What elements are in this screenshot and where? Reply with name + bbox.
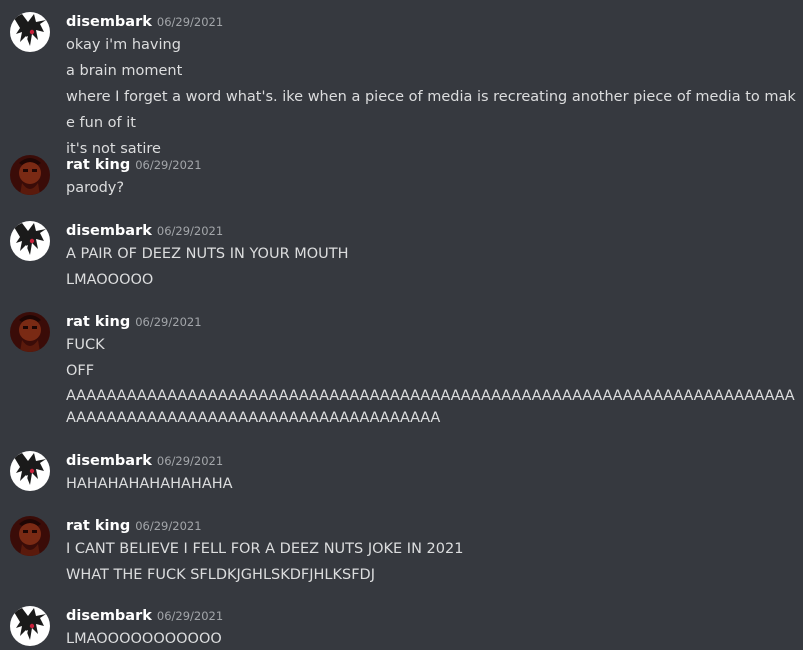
timestamp: 06/29/2021 (156, 454, 224, 468)
message-line: a brain moment (66, 63, 183, 79)
message-body: okay i'm having a brain moment where I f… (66, 32, 796, 162)
message-line: A PAIR OF DEEZ NUTS IN YOUR MOUTH (66, 246, 349, 262)
timestamp: 06/29/2021 (135, 315, 202, 329)
username[interactable]: rat king (66, 314, 130, 330)
username[interactable]: disembark (66, 453, 152, 469)
message-header: rat king 06/29/2021 (66, 153, 202, 176)
timestamp: 06/29/2021 (156, 609, 224, 623)
username[interactable]: rat king (66, 518, 130, 534)
message-line: AAAAAAAAAAAAAAAAAAAAAAAAAAAAAAAAAAAAAAAA… (66, 388, 795, 426)
message-header: rat king 06/29/2021 (66, 514, 202, 537)
username[interactable]: rat king (66, 157, 130, 173)
username[interactable]: disembark (66, 14, 152, 30)
anime-portrait-avatar-icon[interactable] (10, 606, 50, 646)
dark-red-portrait-avatar-icon[interactable] (10, 155, 50, 195)
message-body: A PAIR OF DEEZ NUTS IN YOUR MOUTH LMAOOO… (66, 241, 796, 293)
message-line: where I forget a word what's. ike when a… (66, 89, 796, 131)
message-line: LMAOOOOO (66, 272, 154, 288)
message-body: parody? (66, 175, 796, 201)
message-line: FUCK (66, 337, 105, 353)
username[interactable]: disembark (66, 608, 152, 624)
dark-red-portrait-avatar-icon[interactable] (10, 516, 50, 556)
username[interactable]: disembark (66, 223, 152, 239)
message-line: okay i'm having (66, 37, 181, 53)
timestamp: 06/29/2021 (135, 519, 202, 533)
message-body: I CANT BELIEVE I FELL FOR A DEEZ NUTS JO… (66, 536, 796, 588)
timestamp: 06/29/2021 (156, 224, 224, 238)
message-header: rat king 06/29/2021 (66, 310, 202, 333)
anime-portrait-avatar-icon[interactable] (10, 221, 50, 261)
chat-messages: disembark 06/29/2021 okay i'm having a br… (0, 0, 803, 650)
message-line: OFF (66, 363, 95, 379)
message-line: LMAOOOOOOOOOOO (66, 631, 222, 647)
anime-portrait-avatar-icon[interactable] (10, 451, 50, 491)
message-line: parody? (66, 180, 125, 196)
message-header: disembark 06/29/2021 (66, 449, 223, 472)
message-line: I CANT BELIEVE I FELL FOR A DEEZ NUTS JO… (66, 541, 464, 557)
timestamp: 06/29/2021 (156, 15, 224, 29)
message-header: disembark 06/29/2021 (66, 10, 223, 33)
message-line: HAHAHAHAHAHAHAHA (66, 476, 233, 492)
message-body: FUCK OFF AAAAAAAAAAAAAAAAAAAAAAAAAAAAAAA… (66, 332, 796, 431)
message-header: disembark 06/29/2021 (66, 604, 223, 627)
anime-portrait-avatar-icon[interactable] (10, 12, 50, 52)
timestamp: 06/29/2021 (135, 158, 202, 172)
message-body: LMAOOOOOOOOOOO (66, 626, 796, 650)
message-header: disembark 06/29/2021 (66, 219, 223, 242)
message-body: HAHAHAHAHAHAHAHA (66, 471, 796, 497)
dark-red-portrait-avatar-icon[interactable] (10, 312, 50, 352)
message-line: WHAT THE FUCK SFLDKJGHLSKDFJHLKSFDJ (66, 567, 375, 583)
